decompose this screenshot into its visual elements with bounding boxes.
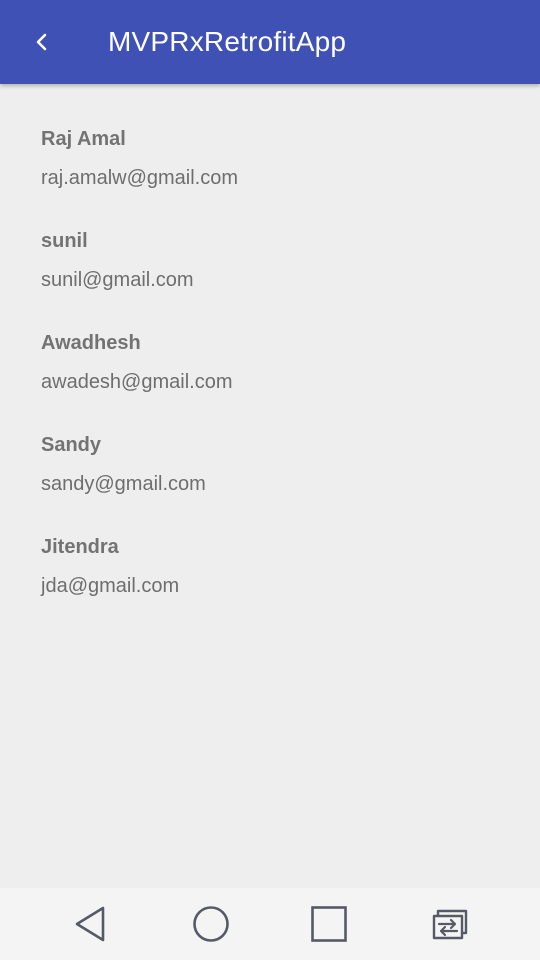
user-email: sandy@gmail.com xyxy=(41,473,206,495)
user-email: jda@gmail.com xyxy=(41,575,180,597)
system-nav-bar xyxy=(0,888,540,960)
recents-square-icon xyxy=(311,906,347,942)
app-bar: MVPRxRetrofitApp xyxy=(0,0,540,84)
back-triangle-icon xyxy=(75,906,105,942)
list-item[interactable]: Awadhesh awadesh@gmail.com xyxy=(41,329,501,419)
nav-home-button[interactable] xyxy=(175,888,247,960)
back-button[interactable] xyxy=(18,18,66,66)
user-name: Awadhesh xyxy=(41,332,141,354)
switch-apps-icon xyxy=(432,909,468,940)
nav-switch-apps-button[interactable] xyxy=(412,888,484,960)
user-name: Raj Amal xyxy=(41,128,126,150)
home-circle-icon xyxy=(193,906,229,942)
user-email: sunil@gmail.com xyxy=(41,269,194,291)
chevron-left-icon xyxy=(36,33,47,51)
user-email: awadesh@gmail.com xyxy=(41,371,233,393)
user-name: sunil xyxy=(41,230,88,252)
user-name: Sandy xyxy=(41,434,102,456)
user-email: raj.amalw@gmail.com xyxy=(41,167,239,189)
nav-back-button[interactable] xyxy=(56,888,128,960)
list-item[interactable]: Raj Amal raj.amalw@gmail.com xyxy=(41,125,501,215)
user-list-container: Raj Amal raj.amalw@gmail.com sunil sunil… xyxy=(0,84,540,888)
list-item[interactable]: Sandy sandy@gmail.com xyxy=(41,431,501,521)
nav-recents-button[interactable] xyxy=(293,888,365,960)
app-title: MVPRxRetrofitApp xyxy=(108,26,347,57)
user-name: Jitendra xyxy=(41,536,119,558)
list-item[interactable]: Jitendra jda@gmail.com xyxy=(41,533,501,623)
list-item[interactable]: sunil sunil@gmail.com xyxy=(41,227,501,317)
